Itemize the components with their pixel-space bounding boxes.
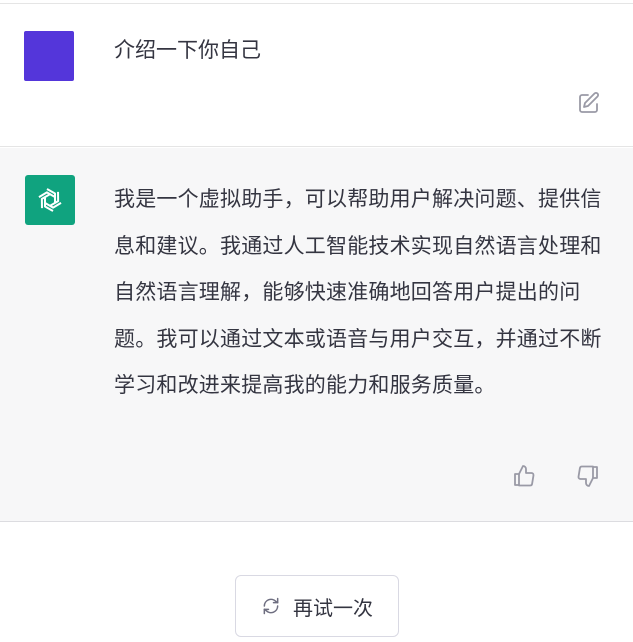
thumbs-up-button[interactable] bbox=[510, 462, 538, 490]
assistant-message-row: 我是一个虚拟助手，可以帮助用户解决问题、提供信息和建议。我通过人工智能技术实现自… bbox=[0, 148, 633, 522]
openai-logo-icon bbox=[38, 188, 62, 212]
thumbs-up-icon bbox=[514, 465, 535, 487]
retry-label: 再试一次 bbox=[293, 595, 373, 620]
refresh-icon bbox=[263, 597, 279, 615]
edit-message-button[interactable] bbox=[575, 89, 603, 117]
edit-icon bbox=[579, 92, 599, 113]
thumbs-down-button[interactable] bbox=[574, 462, 602, 490]
user-message-text: 介绍一下你自己 bbox=[114, 38, 261, 62]
assistant-message-text: 我是一个虚拟助手，可以帮助用户解决问题、提供信息和建议。我通过人工智能技术实现自… bbox=[114, 187, 602, 397]
thumbs-down-icon bbox=[577, 465, 598, 487]
user-message-row: 介绍一下你自己 bbox=[0, 4, 633, 147]
assistant-avatar bbox=[25, 175, 75, 225]
retry-button[interactable]: 再试一次 bbox=[235, 575, 399, 637]
user-avatar bbox=[24, 31, 74, 81]
